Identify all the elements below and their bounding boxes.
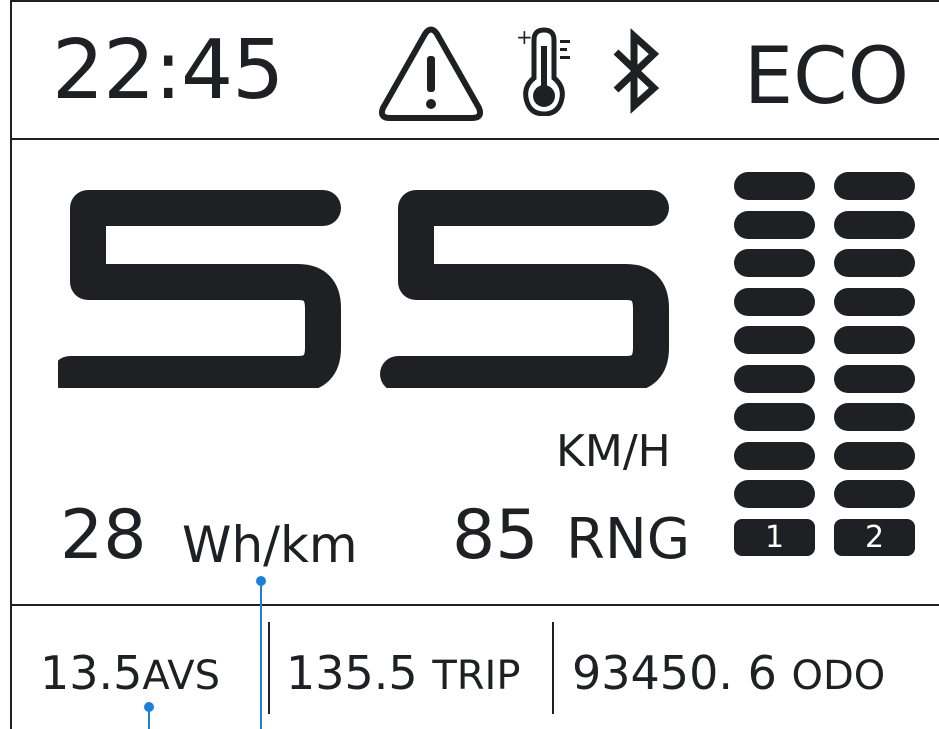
speed-value: 55: [58, 188, 60, 189]
trip-unit: TRIP: [432, 653, 521, 699]
speed-digit-ones: [380, 190, 669, 388]
stats-bar-divider: [10, 604, 939, 606]
battery-segment: [734, 326, 815, 354]
warning-triangle-icon: [378, 26, 484, 121]
frame-top-border: [10, 0, 939, 2]
avs-stat: 13.5AVS: [40, 650, 220, 696]
range-unit: RNG: [566, 507, 691, 572]
speed-digit-tens: [58, 190, 341, 388]
battery-segment: [734, 172, 815, 200]
battery-segment: [734, 210, 815, 239]
battery-segment: [834, 249, 915, 277]
speed-readout: 55: [58, 188, 669, 388]
battery-segment: [834, 210, 915, 239]
odo-stat: 93450. 6 ODO: [572, 650, 885, 696]
trip-stat: 135.5 TRIP: [286, 650, 520, 696]
battery-segment: [734, 441, 815, 470]
battery-bar-2: 2: [834, 172, 915, 556]
status-bar-divider: [10, 138, 939, 140]
stats-divider-1: [268, 622, 270, 714]
battery-segment: [834, 326, 915, 354]
callout-dot-consumption: [256, 576, 266, 586]
temperature-icon: +: [516, 26, 570, 116]
battery-segment: [834, 364, 915, 393]
callout-line-consumption: [260, 582, 262, 729]
battery-bar-2-label: 2: [834, 518, 915, 556]
temperature-plus-sign: +: [516, 26, 533, 49]
avs-unit: AVS: [142, 653, 220, 699]
battery-segment: [834, 287, 915, 316]
range-value: 85: [452, 496, 539, 575]
frame-left-border: [10, 0, 12, 729]
consumption-unit: Wh/km: [182, 516, 358, 574]
avs-value: 13.5: [40, 646, 143, 700]
ride-mode-label: ECO: [743, 32, 909, 122]
battery-segment: [734, 403, 815, 431]
battery-bar-1-segments: [734, 172, 815, 508]
battery-segment: [734, 249, 815, 277]
battery-segment: [834, 480, 915, 508]
battery-bar-1-label: 1: [734, 518, 815, 556]
battery-bar-2-segments: [834, 172, 915, 508]
bluetooth-icon: [613, 28, 660, 114]
trip-value: 135.5: [286, 646, 418, 700]
callout-dot-avs: [144, 702, 154, 712]
speed-unit: KM/H: [556, 426, 671, 477]
battery-segment: [734, 287, 815, 316]
clock-display: 22:45: [52, 23, 284, 118]
battery-segment: [834, 172, 915, 200]
odo-unit: ODO: [791, 653, 886, 699]
battery-segment: [734, 480, 815, 508]
battery-segment: [834, 403, 915, 431]
battery-segment: [834, 441, 915, 470]
odo-value: 93450. 6: [572, 646, 777, 700]
battery-bar-1: 1: [734, 172, 815, 556]
battery-segment: [734, 364, 815, 393]
stats-divider-2: [552, 622, 554, 714]
consumption-value: 28: [60, 496, 147, 575]
